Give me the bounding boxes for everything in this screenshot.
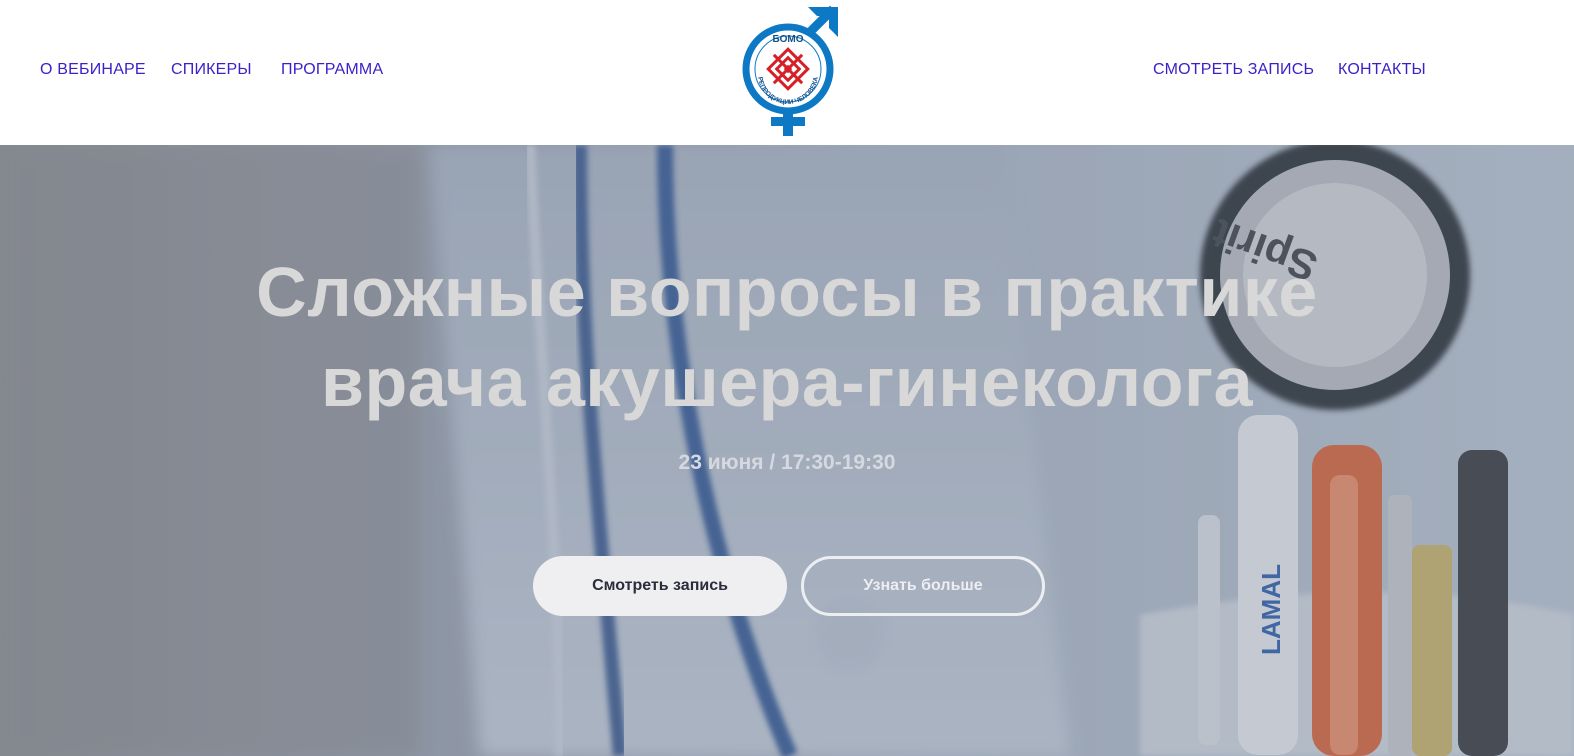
nav-link-program[interactable]: ПРОГРАММА <box>281 61 383 79</box>
hero-section: Spirit LAMAL Сложные вопросы в практике … <box>0 145 1574 756</box>
logo-top-text: БОМО <box>772 34 803 45</box>
event-date: 23 июня / 17:30-19:30 <box>678 451 896 474</box>
nav-link-speakers[interactable]: СПИКЕРЫ <box>171 61 252 79</box>
nav-link-watch-recording[interactable]: СМОТРЕТЬ ЗАПИСЬ <box>1153 61 1314 79</box>
watch-recording-button[interactable]: Смотреть запись <box>533 556 787 616</box>
hero-title-line-1: Сложные вопросы в практике <box>256 253 1318 331</box>
hero-title-line-2: врача акушера-гинеколога <box>320 343 1254 421</box>
site-logo[interactable]: БОМО РЕПРОДУКЦИИ ЧЕЛОВЕКА <box>736 4 842 136</box>
learn-more-button[interactable]: Узнать больше <box>801 556 1045 616</box>
nav-link-contacts[interactable]: КОНТАКТЫ <box>1338 61 1426 79</box>
site-header: О ВЕБИНАРЕ СПИКЕРЫ ПРОГРАММА БОМО РЕПРОД… <box>0 0 1574 145</box>
nav-link-about[interactable]: О ВЕБИНАРЕ <box>40 61 146 79</box>
hero-title: Сложные вопросы в практике врача акушера… <box>0 247 1574 427</box>
